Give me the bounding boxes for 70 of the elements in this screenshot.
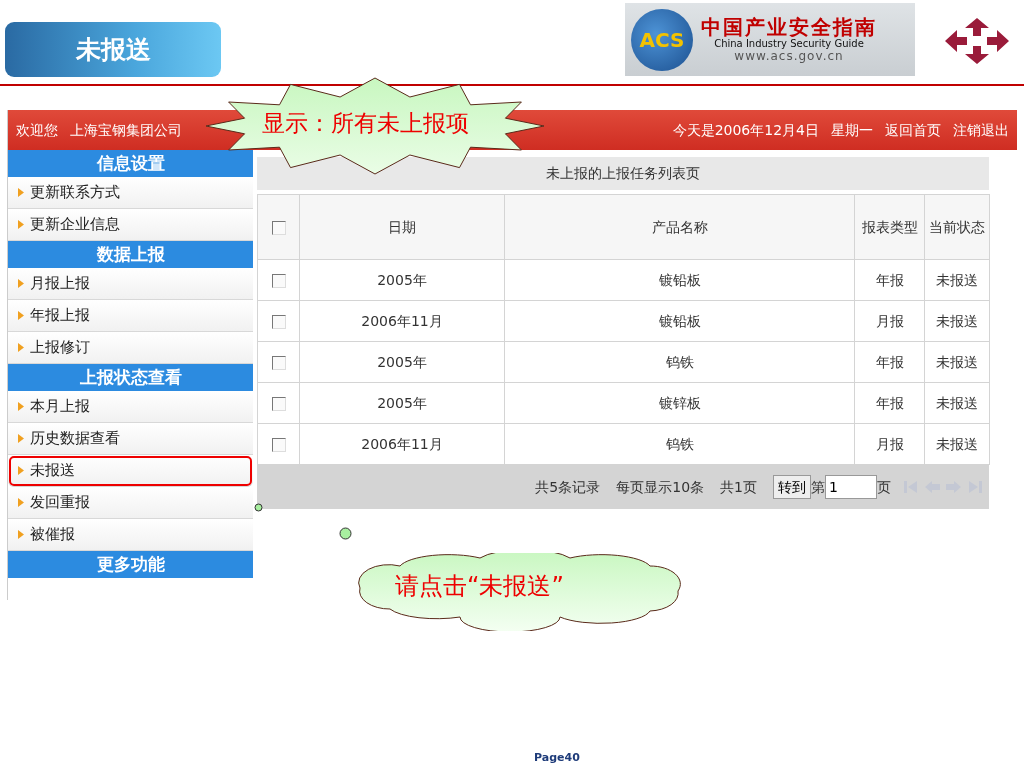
triangle-icon [18,343,24,352]
table-cell: 年报 [875,271,904,288]
table-cell: 2005年 [377,394,427,411]
header-link[interactable]: 返回首页 [885,119,941,141]
table-caption: 未上报的上报任务列表页 [257,157,989,190]
logo-badge: ACS [631,8,693,71]
logo-url: www.acs.gov.cn [734,49,844,64]
page-input[interactable]: 1 [825,475,877,499]
table-cell: 年报 [875,353,904,370]
page-size: 每页显示10条 [616,477,705,497]
weekday-text: 星期一 [831,120,873,140]
logo-title: 中国产业安全指南 [701,15,877,38]
page-prefix: 第 [811,477,825,497]
triangle-icon [18,311,24,320]
page-number: Page40 [534,750,580,766]
logo-subtitle: China Industry Security Guide [714,37,864,50]
table-cell: 镀铅板 [658,271,701,288]
column-header: 报表类型 [861,218,918,235]
header-link[interactable]: 注销退出 [953,119,1009,141]
sidebar-heading: 上报状态查看 [8,364,253,391]
triangle-icon [18,188,24,197]
table-cell: 2006年11月 [361,312,443,329]
table-cell: 镀锌板 [658,394,701,411]
checkbox[interactable] [271,437,286,452]
sidebar-item[interactable]: 未报送 [8,455,253,487]
checkbox[interactable] [271,396,286,411]
column-header: 产品名称 [651,218,708,235]
sidebar-heading: 数据上报 [8,241,253,268]
table-cell: 未报送 [936,435,978,452]
sidebar-heading: 信息设置 [8,150,253,177]
slide-title: 未报送 [5,22,221,77]
triangle-icon [18,434,24,443]
column-header: 日期 [388,218,416,235]
checkbox[interactable] [271,314,286,329]
table-cell: 未报送 [936,394,978,411]
table-cell: 2005年 [377,271,427,288]
welcome-text: 欢迎您 [16,120,58,140]
table-cell: 未报送 [936,312,978,329]
company-name: 上海宝钢集团公司 [70,120,182,140]
table-cell: 2006年11月 [361,435,443,452]
callout-text: 请点击“未报送” [395,571,564,602]
goto-button[interactable]: 转到 [773,475,811,499]
column-header: 当前状态 [929,218,985,235]
table-cell: 月报 [875,435,904,452]
triangle-icon [18,466,24,475]
triangle-icon [18,220,24,229]
triangle-icon [18,498,24,507]
checkbox[interactable] [271,220,286,235]
table-cell: 钨铁 [665,435,694,452]
table-cell: 未报送 [936,271,978,288]
sidebar-heading: 更多功能 [8,551,253,578]
table-cell: 月报 [875,312,904,329]
connector-dot [339,527,352,540]
emblem-icon [945,18,1009,64]
table-cell: 未报送 [936,353,978,370]
page-suffix: 页 [877,477,891,497]
table-cell: 2005年 [377,353,427,370]
triangle-icon [18,530,24,539]
connector-dot [254,503,263,512]
table-cell: 镀铅板 [658,312,701,329]
callout-text: 显示：所有未上报项 [262,109,469,138]
triangle-icon [18,279,24,288]
table-cell: 年报 [875,394,904,411]
table-cell: 钨铁 [665,353,694,370]
page-count: 共1页 [720,477,757,497]
checkbox[interactable] [271,273,286,288]
checkbox[interactable] [271,355,286,370]
triangle-icon [18,402,24,411]
date-text: 今天是2006年12月4日 [672,120,819,140]
record-count: 共5条记录 [535,477,601,497]
